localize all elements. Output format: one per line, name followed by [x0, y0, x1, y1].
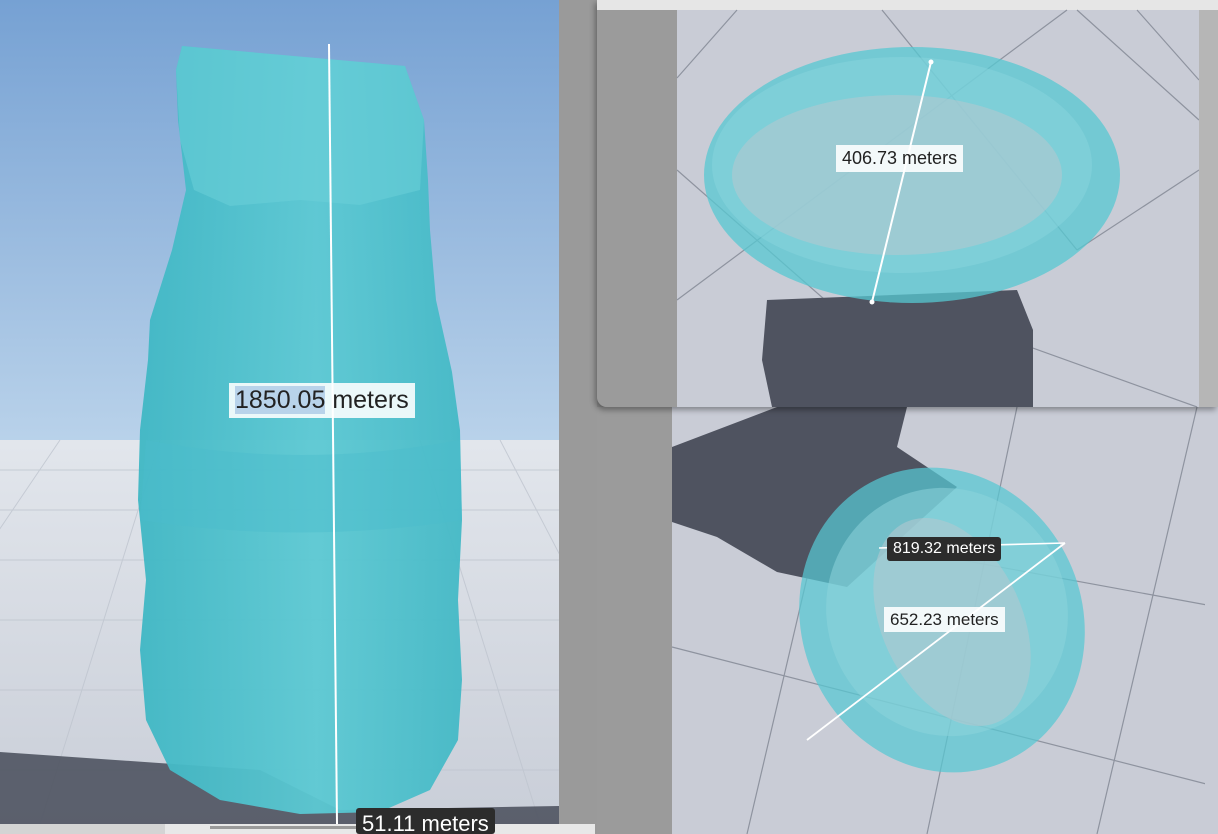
height-measure-value: 1850.05: [235, 386, 326, 414]
document-strip-text: [210, 826, 370, 829]
bottom-view-lower-measure-label: 652.23 meters: [884, 607, 1005, 633]
partial-measure-label: 51.11 meters: [356, 808, 495, 834]
viewport-top-view[interactable]: [597, 0, 1218, 407]
model-shadow-top: [762, 290, 1033, 407]
scene-top: [597, 0, 1218, 407]
document-strip: [0, 824, 595, 834]
model-cavity-top: [732, 95, 1062, 255]
model-top-face: [176, 46, 424, 206]
height-measure-label: 1850.05 meters: [229, 383, 415, 419]
bottom-view-upper-measure-label: 819.32 meters: [887, 537, 1002, 561]
split-gutter[interactable]: [559, 0, 597, 834]
document-strip-left: [0, 824, 165, 834]
height-measure-unit: meters: [325, 386, 409, 414]
top-view-measure-label: 406.73 meters: [836, 145, 964, 172]
